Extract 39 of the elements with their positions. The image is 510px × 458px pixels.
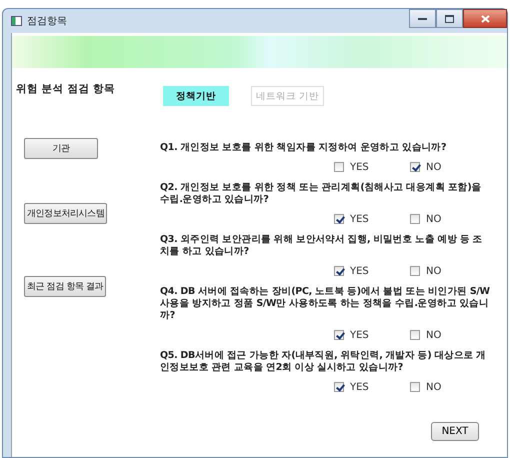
checkbox-option[interactable]: NO bbox=[410, 162, 486, 172]
checkbox-option[interactable]: NO bbox=[410, 214, 486, 224]
maximize-icon bbox=[445, 14, 454, 22]
question-text: Q3. 외주인력 보안관리를 위해 보안서약서 집행, 비밀번호 노출 예방 등 조치를 하고 있습니까? bbox=[160, 234, 484, 258]
maximize-button[interactable] bbox=[436, 9, 463, 28]
checkbox[interactable] bbox=[410, 162, 420, 172]
sidebar-button[interactable]: 최근 점검 항목 결과 bbox=[24, 276, 106, 297]
checkbox[interactable] bbox=[410, 266, 420, 276]
checkbox[interactable] bbox=[334, 266, 344, 276]
checkbox-option[interactable]: YES bbox=[334, 214, 410, 224]
checkbox-option[interactable]: YES bbox=[334, 266, 410, 276]
checkbox[interactable] bbox=[334, 330, 344, 340]
checkbox[interactable] bbox=[334, 382, 344, 392]
checkbox[interactable] bbox=[410, 382, 420, 392]
checkbox-option[interactable]: YES bbox=[334, 162, 410, 172]
minimize-button[interactable] bbox=[409, 9, 436, 28]
checkbox-option[interactable]: NO bbox=[410, 266, 486, 276]
question-text: Q4. DB 서버에 접속하는 장비(PC, 노트북 등)에서 불법 또는 비인가된 S/W 사용을 방지하고 정품 S/W만 사용하도록 하는 정책을 수립.운영하고 있습니까? bbox=[160, 286, 490, 322]
tab[interactable]: 정책기반 bbox=[163, 86, 229, 106]
checkbox-option[interactable]: YES bbox=[334, 330, 410, 340]
question-text: Q1. 개인정보 보호를 위한 책임자를 지정하여 운영하고 있습니까? bbox=[160, 142, 448, 154]
checkbox-option[interactable]: YES bbox=[334, 382, 410, 392]
checkbox-option[interactable]: NO bbox=[410, 330, 486, 340]
close-icon bbox=[480, 14, 490, 22]
section-heading: 위험 분석 점검 항목 bbox=[16, 82, 116, 96]
sidebar-button[interactable]: 기관 bbox=[24, 138, 98, 159]
close-button[interactable] bbox=[463, 9, 507, 28]
sidebar-button[interactable]: 개인정보처리시스템 bbox=[24, 203, 108, 224]
minimize-icon bbox=[418, 16, 427, 20]
checkbox[interactable] bbox=[410, 330, 420, 340]
window-title: 점검항목 bbox=[27, 15, 67, 28]
checkbox[interactable] bbox=[334, 214, 344, 224]
question-text: Q5. DB서버에 접근 가능한 자(내부직원, 위탁인력, 개발자 등) 대상으로 개인정보보호 관련 교육을 연2회 이상 실시하고 있습니까? bbox=[160, 350, 487, 374]
next-button[interactable]: NEXT bbox=[431, 422, 479, 441]
checkbox-option[interactable]: NO bbox=[410, 382, 486, 392]
question-text: Q2. 개인정보 보호를 위한 정책 또는 관리계획(침해사고 대응계획 포함)을 수립.운영하고 있습니까? bbox=[160, 182, 482, 206]
app-icon bbox=[11, 16, 22, 26]
checkbox[interactable] bbox=[334, 162, 344, 172]
checkbox[interactable] bbox=[410, 214, 420, 224]
